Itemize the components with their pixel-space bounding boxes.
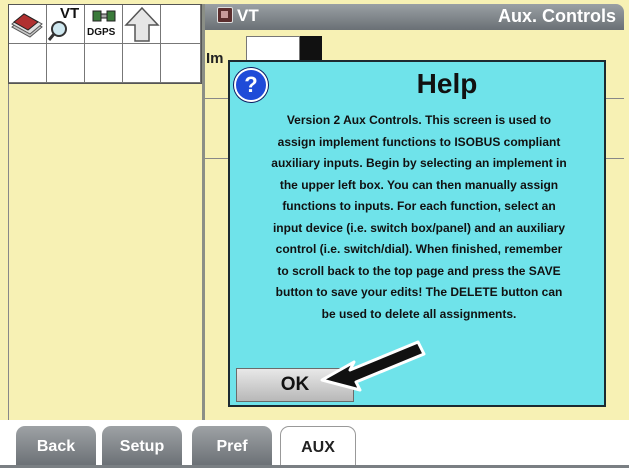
left-panel — [8, 84, 202, 420]
vt-icon — [217, 7, 233, 23]
help-line: functions to inputs. For each function, … — [282, 199, 556, 213]
vt-label: VT — [237, 6, 259, 25]
grid-cell[interactable] — [123, 5, 161, 44]
tab-setup[interactable]: Setup — [102, 426, 182, 466]
help-line: the upper left box. You can then manuall… — [279, 177, 559, 192]
help-line: to scroll back to the top page and press… — [277, 263, 561, 278]
help-line: input device (i.e. switch box/panel) and… — [272, 220, 566, 235]
grid-cell[interactable] — [85, 44, 123, 83]
tab-pref[interactable]: Pref — [192, 426, 272, 466]
grid-cell[interactable] — [123, 44, 161, 83]
up-arrow-icon — [124, 6, 160, 42]
dgps-icon — [92, 10, 116, 22]
grid-cell[interactable]: DGPS — [85, 5, 123, 44]
tab-aux[interactable]: AUX — [280, 426, 356, 466]
grid-cell[interactable] — [9, 5, 47, 44]
pointer-arrow-icon — [320, 340, 426, 392]
window-title: Aux. Controls — [497, 6, 616, 26]
help-line: assign implement functions to ISOBUS com… — [277, 134, 561, 149]
help-title: Help — [416, 68, 478, 99]
grid-cell[interactable] — [161, 44, 201, 83]
icon-grid: VT DGPS — [8, 4, 202, 84]
grid-cell[interactable] — [9, 44, 47, 83]
grid-cell[interactable]: VT — [47, 5, 85, 44]
divider-line — [205, 158, 229, 159]
help-line: auxiliary inputs. Begin by selecting an … — [271, 156, 567, 170]
grid-cell[interactable] — [47, 44, 85, 83]
implement-label: Im — [206, 50, 224, 67]
grid-cell[interactable] — [161, 5, 201, 44]
vt-search-label: VT — [60, 5, 80, 22]
divider-line — [606, 158, 624, 159]
help-line: Version 2 Aux Controls. This screen is u… — [286, 113, 552, 127]
help-text: Version 2 Aux Controls. This screen is u… — [240, 110, 598, 325]
divider-line — [606, 98, 624, 99]
dgps-label: DGPS — [87, 27, 116, 38]
divider-line — [205, 98, 229, 99]
title-bar: VT Aux. Controls — [205, 4, 624, 30]
help-line: control (i.e. switch/dial). When finishe… — [275, 242, 563, 256]
stack-icon — [11, 13, 43, 38]
help-line: button to save your edits! The DELETE bu… — [275, 285, 563, 299]
tab-back[interactable]: Back — [16, 426, 96, 466]
screen: VT DGPS VT Aux. Controls Im ? Help Versi… — [0, 0, 629, 468]
